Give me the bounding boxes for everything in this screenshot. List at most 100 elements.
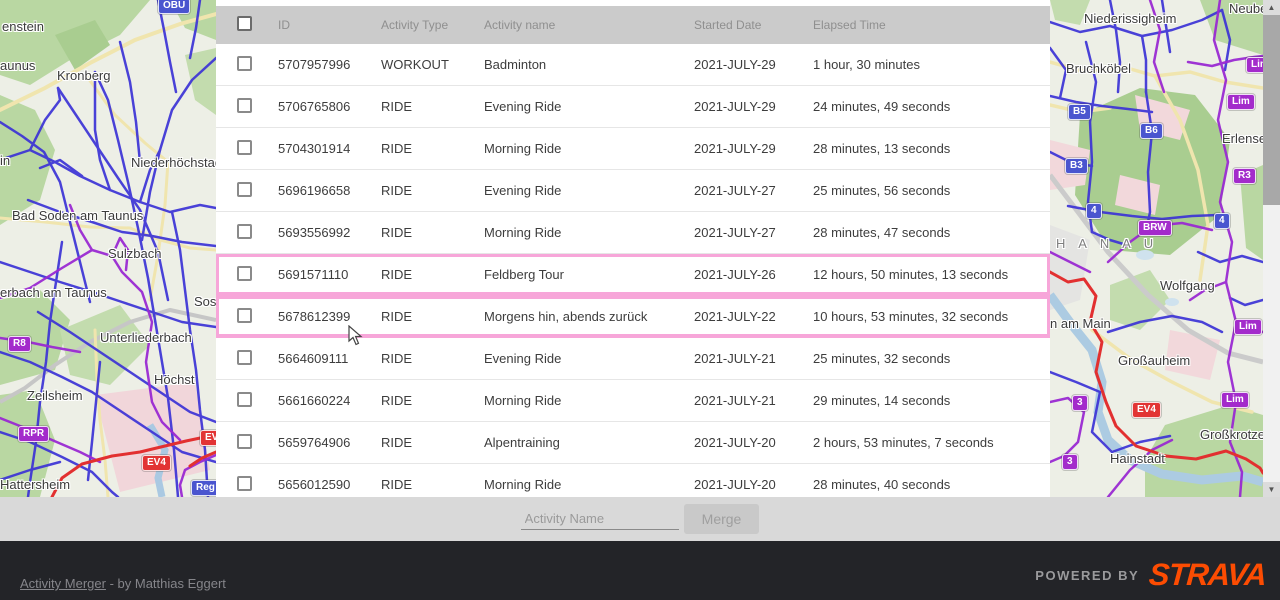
route-badge: R8 bbox=[8, 336, 31, 352]
route-badge: OBU bbox=[158, 0, 190, 14]
map-place-label: Wolfgang bbox=[1160, 278, 1215, 293]
map-place-label: Hattersheim bbox=[0, 477, 70, 492]
cell-started-date: 2021-JULY-20 bbox=[694, 435, 813, 450]
map-place-label: Soss bbox=[194, 294, 216, 309]
footer-credit: Activity Merger - by Matthias Eggert bbox=[20, 576, 226, 591]
cell-started-date: 2021-JULY-22 bbox=[694, 309, 813, 324]
cell-elapsed-time: 28 minutes, 13 seconds bbox=[813, 141, 1050, 156]
cell-activity-name: Morgens hin, abends zurück bbox=[484, 309, 694, 324]
table-row[interactable]: 5661660224 RIDE Morning Ride 2021-JULY-2… bbox=[216, 380, 1050, 422]
table-row[interactable]: 5704301914 RIDE Morning Ride 2021-JULY-2… bbox=[216, 128, 1050, 170]
row-checkbox[interactable] bbox=[216, 308, 278, 326]
map-place-label: Kronberg bbox=[57, 68, 110, 83]
table-row[interactable]: 5693556992 RIDE Morning Ride 2021-JULY-2… bbox=[216, 212, 1050, 254]
cell-id: 5661660224 bbox=[278, 393, 381, 408]
scroll-down-icon[interactable]: ▼ bbox=[1263, 482, 1280, 497]
scrollbar-thumb[interactable] bbox=[1263, 15, 1280, 205]
checkbox-icon bbox=[237, 16, 252, 31]
cell-activity-name: Morning Ride bbox=[484, 141, 694, 156]
checkbox-icon bbox=[237, 224, 252, 239]
cell-activity-name: Evening Ride bbox=[484, 183, 694, 198]
map-place-label: Neuber bbox=[1229, 1, 1263, 16]
cell-elapsed-time: 1 hour, 30 minutes bbox=[813, 57, 1050, 72]
map-place-label: Zeilsheim bbox=[27, 388, 83, 403]
cell-activity-name: Morning Ride bbox=[484, 477, 694, 492]
select-all-checkbox[interactable] bbox=[216, 16, 278, 34]
credit-author: - by Matthias Eggert bbox=[106, 576, 226, 591]
map-right[interactable]: NeuberNiederissigheimBruchköbelErlenseeH… bbox=[1050, 0, 1263, 497]
cell-elapsed-time: 28 minutes, 47 seconds bbox=[813, 225, 1050, 240]
cell-id: 5664609111 bbox=[278, 351, 381, 366]
route-badge: EV4 bbox=[142, 455, 171, 471]
checkbox-icon bbox=[237, 56, 252, 71]
table-row[interactable]: 5656012590 RIDE Morning Ride 2021-JULY-2… bbox=[216, 464, 1050, 497]
activity-merger-link[interactable]: Activity Merger bbox=[20, 576, 106, 591]
table-row[interactable]: 5664609111 RIDE Evening Ride 2021-JULY-2… bbox=[216, 338, 1050, 380]
cell-started-date: 2021-JULY-29 bbox=[694, 141, 813, 156]
table-row[interactable]: 5706765806 RIDE Evening Ride 2021-JULY-2… bbox=[216, 86, 1050, 128]
map-place-label: H A N A U bbox=[1056, 236, 1158, 251]
map-place-label: Höchst bbox=[154, 372, 194, 387]
table-row[interactable]: 5696196658 RIDE Evening Ride 2021-JULY-2… bbox=[216, 170, 1050, 212]
activity-name-input[interactable] bbox=[521, 508, 679, 530]
scroll-up-icon[interactable]: ▲ bbox=[1263, 0, 1280, 15]
row-checkbox[interactable] bbox=[216, 140, 278, 158]
cell-activity-type: RIDE bbox=[381, 477, 484, 492]
row-checkbox[interactable] bbox=[216, 434, 278, 452]
table-row[interactable]: 5659764906 RIDE Alpentraining 2021-JULY-… bbox=[216, 422, 1050, 464]
cell-activity-name: Feldberg Tour bbox=[484, 267, 694, 282]
checkbox-icon bbox=[237, 266, 252, 281]
table-row[interactable]: 5707957996 WORKOUT Badminton 2021-JULY-2… bbox=[216, 44, 1050, 86]
route-badge: 3 bbox=[1072, 395, 1088, 411]
row-checkbox[interactable] bbox=[216, 182, 278, 200]
cell-id: 5659764906 bbox=[278, 435, 381, 450]
table-header: ID Activity Type Activity name Started D… bbox=[216, 6, 1050, 44]
cell-started-date: 2021-JULY-20 bbox=[694, 477, 813, 492]
map-place-label: Sulzbach bbox=[108, 246, 161, 261]
cell-started-date: 2021-JULY-29 bbox=[694, 57, 813, 72]
map-place-label: Hainstadt bbox=[1110, 451, 1165, 466]
cell-id: 5678612399 bbox=[278, 309, 381, 324]
column-header-name: Activity name bbox=[484, 18, 694, 32]
row-checkbox[interactable] bbox=[216, 56, 278, 74]
row-checkbox[interactable] bbox=[216, 392, 278, 410]
app-window: ensteinaunusKronberginNiederhöchstadtBad… bbox=[0, 0, 1280, 600]
route-badge: B3 bbox=[1065, 158, 1088, 174]
row-checkbox[interactable] bbox=[216, 98, 278, 116]
map-place-label: aunus bbox=[0, 58, 35, 73]
cell-activity-name: Evening Ride bbox=[484, 99, 694, 114]
table-row[interactable]: 5691571110 RIDE Feldberg Tour 2021-JULY-… bbox=[216, 254, 1050, 296]
map-place-label: Bruchköbel bbox=[1066, 61, 1131, 76]
route-badge: 3 bbox=[1062, 454, 1078, 470]
row-checkbox[interactable] bbox=[216, 266, 278, 284]
cell-elapsed-time: 29 minutes, 14 seconds bbox=[813, 393, 1050, 408]
cell-id: 5691571110 bbox=[278, 267, 381, 282]
map-place-label: in bbox=[0, 153, 10, 168]
checkbox-icon bbox=[237, 434, 252, 449]
vertical-scrollbar[interactable]: ▲ ▼ bbox=[1263, 0, 1280, 497]
table-row[interactable]: 5678612399 RIDE Morgens hin, abends zurü… bbox=[216, 296, 1050, 338]
map-place-label: enstein bbox=[2, 19, 44, 34]
route-badge: Lim bbox=[1227, 94, 1255, 110]
cell-activity-name: Morning Ride bbox=[484, 393, 694, 408]
map-place-label: Erlensee bbox=[1222, 131, 1263, 146]
column-header-id: ID bbox=[278, 18, 381, 32]
cell-activity-type: RIDE bbox=[381, 393, 484, 408]
route-badge: Lim bbox=[1234, 319, 1262, 335]
row-checkbox[interactable] bbox=[216, 224, 278, 242]
cell-id: 5696196658 bbox=[278, 183, 381, 198]
row-checkbox[interactable] bbox=[216, 350, 278, 368]
cell-elapsed-time: 28 minutes, 40 seconds bbox=[813, 477, 1050, 492]
map-place-label: n am Main bbox=[1050, 316, 1111, 331]
cell-activity-type: RIDE bbox=[381, 141, 484, 156]
cell-activity-type: RIDE bbox=[381, 435, 484, 450]
map-left[interactable]: ensteinaunusKronberginNiederhöchstadtBad… bbox=[0, 0, 216, 497]
column-header-date: Started Date bbox=[694, 18, 813, 32]
map-place-label: Unterliederbach bbox=[100, 330, 192, 345]
merge-button[interactable]: Merge bbox=[684, 504, 760, 534]
route-badge: Lim bbox=[1221, 392, 1249, 408]
row-checkbox[interactable] bbox=[216, 476, 278, 494]
cell-activity-type: RIDE bbox=[381, 225, 484, 240]
cell-activity-type: RIDE bbox=[381, 99, 484, 114]
cell-started-date: 2021-JULY-26 bbox=[694, 267, 813, 282]
